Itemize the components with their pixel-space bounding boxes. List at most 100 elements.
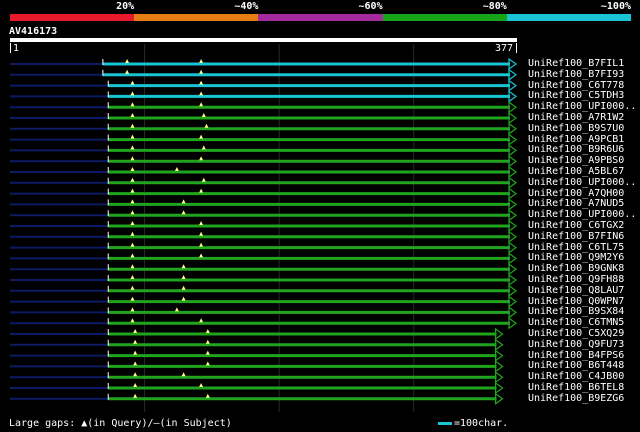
gap-marker — [130, 145, 135, 150]
gap-marker — [181, 264, 186, 269]
hit-name-label[interactable]: UniRef100_B9SX84 — [528, 306, 624, 317]
hit-name-label[interactable]: UniRef100_Q9FU73 — [528, 339, 624, 350]
gap-marker — [199, 318, 204, 323]
hit-arrow — [508, 165, 518, 179]
gap-marker — [133, 329, 138, 333]
hit-name-label[interactable]: UniRef100_B9EZG6 — [528, 393, 624, 404]
hit-arrow — [508, 317, 518, 330]
hit-arrow — [508, 252, 518, 265]
gap-marker — [181, 372, 186, 377]
gap-marker — [174, 167, 179, 171]
hit-arrow — [508, 122, 518, 135]
gap-marker — [130, 296, 135, 301]
gap-marker — [174, 307, 179, 312]
gap-marker — [181, 275, 186, 279]
hit-arrow — [508, 68, 518, 81]
gap-marker — [199, 156, 204, 161]
hit-arrow — [508, 176, 518, 189]
hit-name-label[interactable]: UniRef100_B9GNK8 — [528, 263, 624, 274]
gap-marker — [199, 221, 204, 225]
gap-marker — [205, 350, 210, 355]
gap-marker — [130, 318, 135, 323]
hit-name-label[interactable]: UniRef100_A5BL67 — [528, 166, 624, 177]
hit-name-label[interactable]: UniRef100_A7NUD5 — [528, 198, 624, 209]
gap-marker — [130, 264, 135, 269]
gap-marker — [205, 339, 210, 344]
hit-name-label[interactable]: UniRef100_C6T778 — [528, 80, 624, 91]
gap-marker — [130, 167, 135, 171]
scale-bar — [438, 421, 452, 425]
hit-name-label[interactable]: UniRef100_B4FPS6 — [528, 350, 624, 361]
hit-arrow — [508, 219, 518, 233]
hit-name-label[interactable]: UniRef100_C5TDH3 — [528, 90, 624, 101]
scale-text: =100char. — [454, 418, 509, 429]
gap-marker — [133, 361, 138, 366]
hit-name-label[interactable]: UniRef100_B7FIL1 — [528, 58, 624, 69]
large-gaps-legend: Large gaps: ▲(in Query)/–(in Subject) — [9, 418, 232, 429]
hit-arrow — [494, 371, 504, 384]
gap-marker — [133, 393, 138, 398]
scale-legend: =100char. — [438, 418, 508, 429]
hit-name-label[interactable]: UniRef100_A9PBS0 — [528, 155, 624, 166]
gap-marker — [205, 393, 210, 398]
hit-name-label[interactable]: UniRef100_C6TGX2 — [528, 220, 624, 231]
hit-arrow — [508, 90, 518, 103]
gap-marker — [181, 210, 186, 215]
gap-marker — [130, 123, 135, 128]
hit-name-label[interactable]: UniRef100_UPI000.. — [528, 177, 636, 188]
hit-arrow — [508, 187, 518, 200]
gap-marker — [201, 177, 206, 182]
gap-marker — [130, 134, 135, 139]
hit-name-label[interactable]: UniRef100_A7R1W2 — [528, 112, 624, 123]
hit-arrow — [508, 111, 518, 125]
hit-name-label[interactable]: UniRef100_B6T448 — [528, 360, 624, 371]
gap-marker — [199, 231, 204, 236]
hit-arrow — [494, 360, 504, 373]
gap-marker — [133, 383, 138, 387]
hit-arrow — [494, 392, 504, 405]
hit-name-label[interactable]: UniRef100_C4JB00 — [528, 371, 624, 382]
gap-marker — [199, 242, 204, 247]
hit-name-label[interactable]: UniRef100_B7FIN6 — [528, 231, 624, 242]
hit-name-label[interactable]: UniRef100_B6TEL8 — [528, 382, 624, 393]
hit-arrow — [508, 306, 518, 319]
gap-marker — [201, 145, 206, 150]
gap-marker — [205, 329, 210, 333]
hit-name-label[interactable]: UniRef100_B7FI93 — [528, 69, 624, 80]
gap-marker — [205, 361, 210, 366]
gap-marker — [130, 156, 135, 161]
hit-name-label[interactable]: UniRef100_Q9FH88 — [528, 274, 624, 285]
hit-name-label[interactable]: UniRef100_Q8LAU7 — [528, 285, 624, 296]
gap-marker — [130, 91, 135, 96]
gap-marker — [130, 80, 135, 85]
gap-marker — [130, 102, 135, 107]
hit-name-label[interactable]: UniRef100_A7QH00 — [528, 188, 624, 199]
gap-marker — [199, 80, 204, 85]
hit-name-label[interactable]: UniRef100_C6TL75 — [528, 242, 624, 253]
gap-marker — [130, 253, 135, 258]
hit-arrow — [508, 155, 518, 168]
hit-arrow — [494, 327, 504, 341]
gap-marker — [130, 199, 135, 204]
gap-marker — [199, 253, 204, 258]
hit-name-label[interactable]: UniRef100_C5XQ29 — [528, 328, 624, 339]
gap-marker — [130, 188, 135, 193]
hit-arrow — [508, 284, 518, 297]
hit-name-label[interactable]: UniRef100_B9R6U6 — [528, 144, 624, 155]
hit-arrow — [494, 349, 504, 362]
hit-arrow — [508, 144, 518, 157]
hit-name-label[interactable]: UniRef100_Q9M2Y6 — [528, 252, 624, 263]
gap-marker — [133, 350, 138, 355]
hit-name-label[interactable]: UniRef100_C6TMN5 — [528, 317, 624, 328]
hit-name-label[interactable]: UniRef100_UPI000.. — [528, 209, 636, 220]
gap-marker — [130, 285, 135, 290]
hit-name-label[interactable]: UniRef100_Q0WPN7 — [528, 296, 624, 307]
gap-marker — [130, 307, 135, 312]
gap-marker — [133, 372, 138, 377]
hit-name-label[interactable]: UniRef100_A9PCB1 — [528, 134, 624, 145]
gap-marker — [199, 59, 204, 63]
gap-marker — [133, 339, 138, 344]
gap-marker — [199, 91, 204, 96]
hit-name-label[interactable]: UniRef100_B9S7U0 — [528, 123, 624, 134]
hit-name-label[interactable]: UniRef100_UPI000.. — [528, 101, 636, 112]
